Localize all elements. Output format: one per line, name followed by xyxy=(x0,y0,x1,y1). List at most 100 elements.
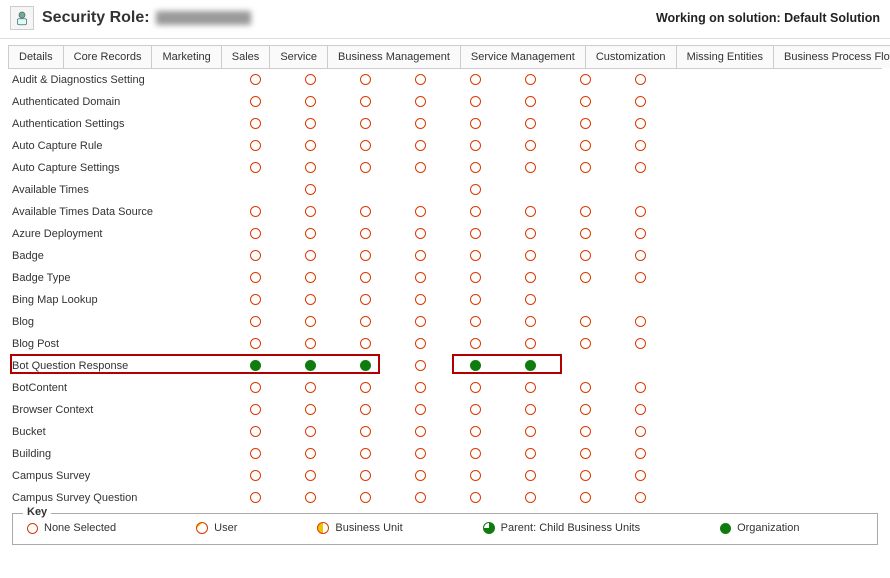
privilege-cell[interactable] xyxy=(448,465,503,487)
privilege-cell[interactable] xyxy=(393,465,448,487)
privilege-cell[interactable] xyxy=(558,377,613,399)
privilege-cell[interactable] xyxy=(393,289,448,311)
privilege-cell[interactable] xyxy=(393,135,448,157)
privilege-cell[interactable] xyxy=(338,201,393,223)
privilege-cell[interactable] xyxy=(448,421,503,443)
tab-core[interactable]: Core Records xyxy=(63,45,153,68)
privilege-cell[interactable] xyxy=(393,267,448,289)
privilege-cell[interactable] xyxy=(393,179,448,201)
privilege-cell[interactable] xyxy=(558,355,613,377)
privilege-cell[interactable] xyxy=(228,157,283,179)
privilege-cell[interactable] xyxy=(448,135,503,157)
tab-marketing[interactable]: Marketing xyxy=(151,45,221,68)
privilege-cell[interactable] xyxy=(613,135,668,157)
privilege-cell[interactable] xyxy=(558,179,613,201)
privilege-cell[interactable] xyxy=(558,245,613,267)
privilege-cell[interactable] xyxy=(228,113,283,135)
privilege-cell[interactable] xyxy=(338,289,393,311)
privilege-cell[interactable] xyxy=(283,113,338,135)
privilege-cell[interactable] xyxy=(338,91,393,113)
privilege-cell[interactable] xyxy=(448,399,503,421)
privilege-cell[interactable] xyxy=(338,487,393,507)
privilege-cell[interactable] xyxy=(393,377,448,399)
privilege-cell[interactable] xyxy=(393,91,448,113)
privilege-cell[interactable] xyxy=(503,355,558,377)
privilege-cell[interactable] xyxy=(338,443,393,465)
privilege-cell[interactable] xyxy=(338,157,393,179)
privilege-cell[interactable] xyxy=(283,355,338,377)
privilege-cell[interactable] xyxy=(503,267,558,289)
privilege-cell[interactable] xyxy=(448,179,503,201)
privilege-cell[interactable] xyxy=(503,399,558,421)
privilege-cell[interactable] xyxy=(338,179,393,201)
privilege-cell[interactable] xyxy=(283,421,338,443)
privilege-cell[interactable] xyxy=(393,311,448,333)
privilege-cell[interactable] xyxy=(448,157,503,179)
privilege-cell[interactable] xyxy=(503,289,558,311)
tab-svcmgmt[interactable]: Service Management xyxy=(460,45,586,68)
privilege-cell[interactable] xyxy=(283,399,338,421)
privilege-cell[interactable] xyxy=(448,201,503,223)
privilege-cell[interactable] xyxy=(338,465,393,487)
privilege-cell[interactable] xyxy=(558,311,613,333)
privilege-cell[interactable] xyxy=(613,157,668,179)
privilege-cell[interactable] xyxy=(558,69,613,91)
privilege-cell[interactable] xyxy=(338,267,393,289)
privilege-cell[interactable] xyxy=(228,135,283,157)
tab-missing[interactable]: Missing Entities xyxy=(676,45,774,68)
privilege-cell[interactable] xyxy=(338,399,393,421)
privilege-cell[interactable] xyxy=(338,69,393,91)
privilege-cell[interactable] xyxy=(558,267,613,289)
privilege-cell[interactable] xyxy=(503,421,558,443)
privilege-cell[interactable] xyxy=(283,289,338,311)
privilege-cell[interactable] xyxy=(448,333,503,355)
privilege-cell[interactable] xyxy=(558,201,613,223)
privilege-cell[interactable] xyxy=(393,113,448,135)
privilege-cell[interactable] xyxy=(283,91,338,113)
privilege-cell[interactable] xyxy=(228,421,283,443)
privilege-cell[interactable] xyxy=(503,135,558,157)
privilege-grid-scroll[interactable]: Audit & Diagnostics SettingAuthenticated… xyxy=(8,69,882,507)
privilege-cell[interactable] xyxy=(283,245,338,267)
privilege-cell[interactable] xyxy=(503,179,558,201)
privilege-cell[interactable] xyxy=(338,245,393,267)
privilege-cell[interactable] xyxy=(448,377,503,399)
privilege-cell[interactable] xyxy=(558,91,613,113)
privilege-cell[interactable] xyxy=(613,487,668,507)
privilege-cell[interactable] xyxy=(393,487,448,507)
privilege-cell[interactable] xyxy=(613,289,668,311)
privilege-cell[interactable] xyxy=(558,443,613,465)
privilege-cell[interactable] xyxy=(393,69,448,91)
privilege-cell[interactable] xyxy=(448,289,503,311)
privilege-cell[interactable] xyxy=(503,487,558,507)
privilege-cell[interactable] xyxy=(393,421,448,443)
tab-bizmgmt[interactable]: Business Management xyxy=(327,45,461,68)
privilege-cell[interactable] xyxy=(393,399,448,421)
privilege-cell[interactable] xyxy=(393,157,448,179)
privilege-cell[interactable] xyxy=(448,91,503,113)
privilege-cell[interactable] xyxy=(283,69,338,91)
privilege-cell[interactable] xyxy=(558,223,613,245)
privilege-cell[interactable] xyxy=(613,91,668,113)
privilege-cell[interactable] xyxy=(228,267,283,289)
privilege-cell[interactable] xyxy=(283,487,338,507)
privilege-cell[interactable] xyxy=(228,355,283,377)
privilege-cell[interactable] xyxy=(613,245,668,267)
privilege-cell[interactable] xyxy=(448,355,503,377)
privilege-cell[interactable] xyxy=(228,245,283,267)
privilege-cell[interactable] xyxy=(613,399,668,421)
privilege-cell[interactable] xyxy=(558,289,613,311)
tab-service[interactable]: Service xyxy=(269,45,328,68)
tab-bpf[interactable]: Business Process Flows xyxy=(773,45,890,68)
privilege-cell[interactable] xyxy=(558,113,613,135)
privilege-cell[interactable] xyxy=(503,113,558,135)
privilege-cell[interactable] xyxy=(393,201,448,223)
privilege-cell[interactable] xyxy=(283,267,338,289)
privilege-cell[interactable] xyxy=(448,223,503,245)
privilege-cell[interactable] xyxy=(228,465,283,487)
privilege-cell[interactable] xyxy=(448,113,503,135)
privilege-cell[interactable] xyxy=(503,377,558,399)
privilege-cell[interactable] xyxy=(613,377,668,399)
privilege-cell[interactable] xyxy=(613,113,668,135)
privilege-cell[interactable] xyxy=(613,333,668,355)
